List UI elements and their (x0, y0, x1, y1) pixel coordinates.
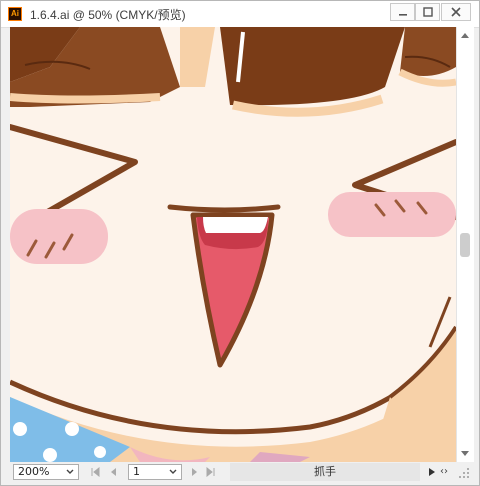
artboard-canvas[interactable] (10, 27, 456, 462)
resize-grip-icon[interactable] (458, 467, 470, 479)
first-page-icon[interactable] (90, 467, 100, 477)
minimize-button[interactable] (390, 3, 415, 21)
window-title: 1.6.4.ai @ 50% (CMYK/预览) (30, 8, 186, 22)
next-page-icon[interactable] (190, 467, 200, 477)
zoom-level-value: 200% (18, 465, 50, 478)
status-bar: 200% 1 抓手 ‹› (10, 463, 473, 483)
chevron-down-icon[interactable] (65, 467, 75, 477)
close-button[interactable] (441, 3, 471, 21)
status-menu-arrow-icon[interactable] (428, 467, 436, 477)
close-icon (451, 7, 461, 17)
scroll-up-icon[interactable] (461, 33, 469, 38)
title-bar[interactable]: Ai 1.6.4.ai @ 50% (CMYK/预览) (1, 1, 479, 28)
current-tool-label[interactable]: 抓手 (230, 463, 420, 481)
scroll-down-icon[interactable] (461, 451, 469, 456)
page-number-value: 1 (133, 465, 140, 478)
maximize-button[interactable] (415, 3, 440, 21)
scroll-thumb[interactable] (460, 233, 470, 257)
code-brackets-icon[interactable]: ‹› (440, 466, 454, 478)
previous-page-icon[interactable] (108, 467, 118, 477)
last-page-icon[interactable] (206, 467, 216, 477)
chevron-down-icon[interactable] (168, 467, 178, 477)
minimize-icon (398, 14, 407, 16)
maximize-icon (422, 7, 433, 17)
document-window: Ai 1.6.4.ai @ 50% (CMYK/预览) 200% 1 抓手 ‹› (0, 0, 480, 486)
vertical-scrollbar[interactable] (456, 27, 474, 462)
cartoon-face-artwork (10, 27, 456, 462)
illustrator-app-icon: Ai (8, 7, 22, 21)
